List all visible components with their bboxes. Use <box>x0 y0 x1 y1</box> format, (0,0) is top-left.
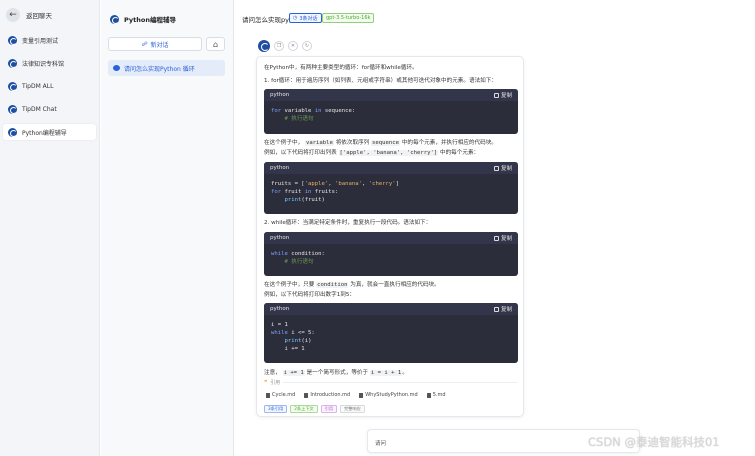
app-header: Python编程辅导 <box>101 0 233 24</box>
delete-icon[interactable]: ✕ <box>288 41 298 51</box>
answer-for-example: 例如，以下代码将打印出列表 ['apple', 'banana', 'cherr… <box>264 150 480 156</box>
reference-item[interactable]: Cycle.md <box>266 392 295 398</box>
answer-for-explain: 在这个例子中， variable 将依次取序列 sequence 中的每个元素，… <box>264 140 497 146</box>
back-label: 返回聊天 <box>26 12 52 20</box>
code-block-while-syntax: python 复制 while condition: # 执行语句 <box>264 232 518 276</box>
copy-icon <box>493 306 499 312</box>
conversation-item[interactable]: 请问怎么实现Python 循环 <box>108 60 225 76</box>
clock-icon: ◷ <box>293 15 298 21</box>
reference-item[interactable]: WhyStudyPython.md <box>359 392 418 398</box>
chat-plus-icon: ☍ <box>141 40 148 48</box>
copy-icon <box>493 92 499 98</box>
code-content: i = 1 while i <= 5: print(i) i += 1 <box>271 322 315 352</box>
arrow-left-icon: ← <box>6 8 20 22</box>
tag-quote[interactable]: 引用 <box>320 405 338 413</box>
app-logo-icon <box>110 14 119 24</box>
chat-input-text: 请问 <box>375 441 387 447</box>
answer-card: 在Python中，有两种主要类型的循环：for循环和while循环。 1. fo… <box>256 56 524 417</box>
copy-answer-icon[interactable]: ❐ <box>274 41 284 51</box>
watermark: CSDN @泰迪智能科技01 <box>588 435 720 449</box>
left-nav: ← 返回聊天 变量引用测试 法律知识专科馆 TipDM ALL TipDM Ch… <box>0 0 100 456</box>
code-lang: python <box>270 306 290 312</box>
back-to-chat-button[interactable]: ← 返回聊天 <box>0 0 99 32</box>
nav-item-2[interactable]: TipDM ALL <box>3 78 96 94</box>
nav-item-0[interactable]: 变量引用测试 <box>3 32 96 48</box>
nav-item-3[interactable]: TipDM Chat <box>3 101 96 117</box>
answer-for-desc: 1. for循环：用于遍历序列（如列表、元组或字符串）或其他可迭代对象中的元素。… <box>264 78 497 84</box>
answer-note: 注意， i += 1 是一个简写形式，等价于 i = i + 1。 <box>264 370 408 376</box>
app-logo-icon <box>8 104 17 114</box>
answer-while-explain: 在这个例子中，只要 condition 为真，就会一直执行相应的代码块。 <box>264 282 440 288</box>
answer-tags: 3条引用 2条上下文 引用 完整响应 <box>264 405 365 413</box>
answer-while-desc: 2. while循环：当满足特定条件时，重复执行一段代码。语法如下： <box>264 220 432 226</box>
nav-item-4[interactable]: Python编程辅导 <box>3 124 96 140</box>
code-content: while condition: # 执行语句 <box>271 251 325 265</box>
home-button[interactable]: ⌂ <box>206 37 225 51</box>
code-block-while-example: python 复制 i = 1 while i <= 5: print(i) i… <box>264 303 518 363</box>
code-content: for variable in sequence: # 执行语句 <box>271 108 356 122</box>
code-lang: python <box>270 235 290 241</box>
app-logo-icon <box>8 58 17 68</box>
tag-context[interactable]: 2条上下文 <box>290 405 318 413</box>
chat-header: 请问怎么实现py ◷ 3条对话 gpt-3.5-turbo-16k <box>235 0 755 40</box>
new-chat-button[interactable]: ☍ 新对话 <box>108 37 202 51</box>
bot-avatar <box>258 40 270 52</box>
copy-code-button[interactable]: 复制 <box>493 305 512 313</box>
code-block-for-syntax: python 复制 for variable in sequence: # 执行… <box>264 89 518 134</box>
app-logo-icon <box>8 81 17 91</box>
copy-code-button[interactable]: 复制 <box>493 234 512 242</box>
tag-citations[interactable]: 3条引用 <box>264 405 288 413</box>
answer-intro: 在Python中，有两种主要类型的循环：for循环和while循环。 <box>264 65 418 71</box>
file-icon <box>426 392 431 398</box>
tag-full-response[interactable]: 完整响应 <box>340 405 365 413</box>
code-lang: python <box>270 92 290 98</box>
answer-while-example: 例如，以下代码将打印出数字1到5： <box>264 292 356 298</box>
reference-list: Cycle.md Introduction.md WhyStudyPython.… <box>266 392 446 398</box>
home-icon: ⌂ <box>212 39 219 49</box>
app-logo-icon <box>8 35 17 45</box>
reference-item[interactable]: Introduction.md <box>304 392 350 398</box>
history-badge: ◷ 3条对话 <box>289 13 322 23</box>
chat-title: 请问怎么实现py <box>242 16 289 24</box>
code-lang: python <box>270 165 290 171</box>
copy-icon <box>493 165 499 171</box>
app-title: Python编程辅导 <box>124 16 176 24</box>
answer-toolbar: ❐ ✕ ↻ <box>258 40 312 52</box>
references-header: ❝ 引用 <box>264 379 518 386</box>
copy-code-button[interactable]: 复制 <box>493 91 512 99</box>
quote-icon: ❝ <box>264 379 268 386</box>
conversation-panel: Python编程辅导 ☍ 新对话 ⌂ 请问怎么实现Python 循环 <box>101 0 234 456</box>
code-block-for-example: python 复制 fruits = ['apple', 'banana', '… <box>264 162 518 214</box>
file-icon <box>359 392 364 398</box>
file-icon <box>304 392 309 398</box>
reference-item[interactable]: 5.md <box>426 392 446 398</box>
model-badge: gpt-3.5-turbo-16k <box>322 13 375 23</box>
nav-item-1[interactable]: 法律知识专科馆 <box>3 55 96 71</box>
copy-icon <box>493 235 499 241</box>
refresh-icon[interactable]: ↻ <box>302 41 312 51</box>
copy-code-button[interactable]: 复制 <box>493 164 512 172</box>
file-icon <box>266 392 270 398</box>
chat-bubble-icon <box>113 65 120 71</box>
code-content: fruits = ['apple', 'banana', 'cherry'] f… <box>271 181 400 203</box>
app-logo-icon <box>8 127 17 137</box>
